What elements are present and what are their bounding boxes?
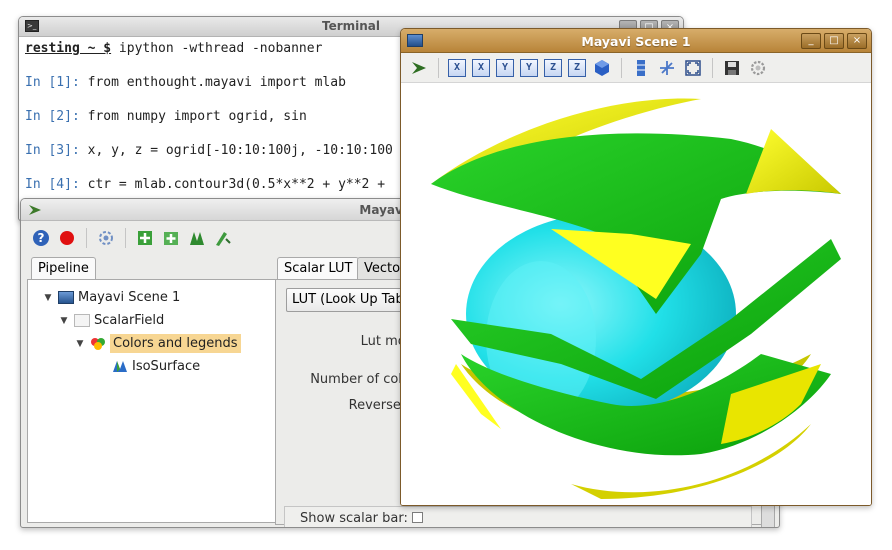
view-y-plus-button[interactable]: Y [496,58,514,77]
fullscreen-icon[interactable] [683,58,703,78]
ipython-prompt: In [3]: [25,143,80,158]
add-module-icon[interactable] [187,228,207,248]
show-scalar-bar-label: Show scalar bar: [300,511,408,526]
tree-item-label: ScalarField [94,313,165,328]
tab-pipeline[interactable]: Pipeline [31,257,96,279]
pipeline-pane: Pipeline ▼ Mayavi Scene 1 ▼ ScalarField … [27,257,279,525]
source-icon [74,314,90,327]
ipython-prompt: In [1]: [25,75,80,90]
ipython-code: x, y, z = ogrid[-10:10:100j, -10:10:100 [79,143,393,158]
gear-icon[interactable] [748,58,768,78]
view-y-minus-button[interactable]: Y [520,58,538,77]
ipython-prompt: In [2]: [25,109,80,124]
tree-item-label: Colors and legends [110,334,241,353]
isosurface-icon [113,361,127,372]
mayavi-scene-window[interactable]: Mayavi Scene 1 _ □ × X X Y Y Z Z [400,28,872,506]
toolbar-separator [438,57,439,78]
mayavi-logo-icon[interactable] [409,58,429,78]
tree-item-label: Mayavi Scene 1 [78,290,181,305]
expand-arrow-icon[interactable]: ▼ [42,293,54,303]
add-filter-icon[interactable] [161,228,181,248]
scene-render-canvas[interactable] [401,84,871,505]
pipeline-tree[interactable]: ▼ Mayavi Scene 1 ▼ ScalarField ▼ Colors … [27,279,279,523]
scene-close-button[interactable]: × [847,33,867,49]
tab-scalar-lut[interactable]: Scalar LUT [277,257,360,279]
ipython-code: from numpy import ogrid, sin [79,109,307,124]
wizard-icon[interactable] [213,228,233,248]
toolbar-separator [621,57,622,78]
toolbar-separator [86,228,87,248]
colors-legends-icon [91,338,105,350]
tree-item-isosurface[interactable]: IsoSurface [28,355,278,378]
scene-maximize-button[interactable]: □ [824,33,844,49]
ipython-code: from enthought.mayavi import mlab [79,75,346,90]
view-z-minus-button[interactable]: Z [568,58,586,77]
ipython-code: ctr = mlab.contour3d(0.5*x**2 + y**2 + [79,177,386,192]
scene-titlebar[interactable]: Mayavi Scene 1 _ □ × [401,29,871,53]
svg-text:?: ? [38,231,45,245]
show-scalar-bar-checkbox[interactable] [411,512,423,523]
isosurface-render [431,98,841,499]
vertical-scrollbar[interactable] [761,505,775,527]
settings-icon[interactable] [96,228,116,248]
yellow-flap-right [746,129,841,194]
view-z-plus-button[interactable]: Z [544,58,562,77]
help-icon[interactable]: ? [31,228,51,248]
shell-prompt: resting ~ $ [25,41,112,56]
tree-item-scalarfield[interactable]: ▼ ScalarField [28,309,278,332]
show-scalar-bar-row: Show scalar bar: [284,506,752,527]
scene-icon [58,291,74,304]
shell-command: ipython -wthread -nobanner [111,41,323,56]
expand-arrow-icon[interactable]: ▼ [58,316,70,326]
tree-item-colors-and-legends[interactable]: ▼ Colors and legends [28,332,278,355]
ipython-prompt: In [4]: [25,177,80,192]
tree-item-label: IsoSurface [132,359,201,374]
save-icon[interactable] [722,58,742,78]
parallel-projection-icon[interactable] [631,58,651,78]
toolbar-separator [125,228,126,248]
record-icon[interactable] [57,228,77,248]
tree-item-scene[interactable]: ▼ Mayavi Scene 1 [28,286,278,309]
axes-indicator-icon[interactable] [657,58,677,78]
view-x-minus-button[interactable]: X [472,58,490,77]
isometric-view-icon[interactable] [592,58,612,78]
scene-toolbar: X X Y Y Z Z [401,53,871,83]
add-source-icon[interactable] [135,228,155,248]
scene-minimize-button[interactable]: _ [801,33,821,49]
view-x-plus-button[interactable]: X [448,58,466,77]
expand-arrow-icon[interactable]: ▼ [74,339,86,349]
toolbar-separator [712,57,713,78]
